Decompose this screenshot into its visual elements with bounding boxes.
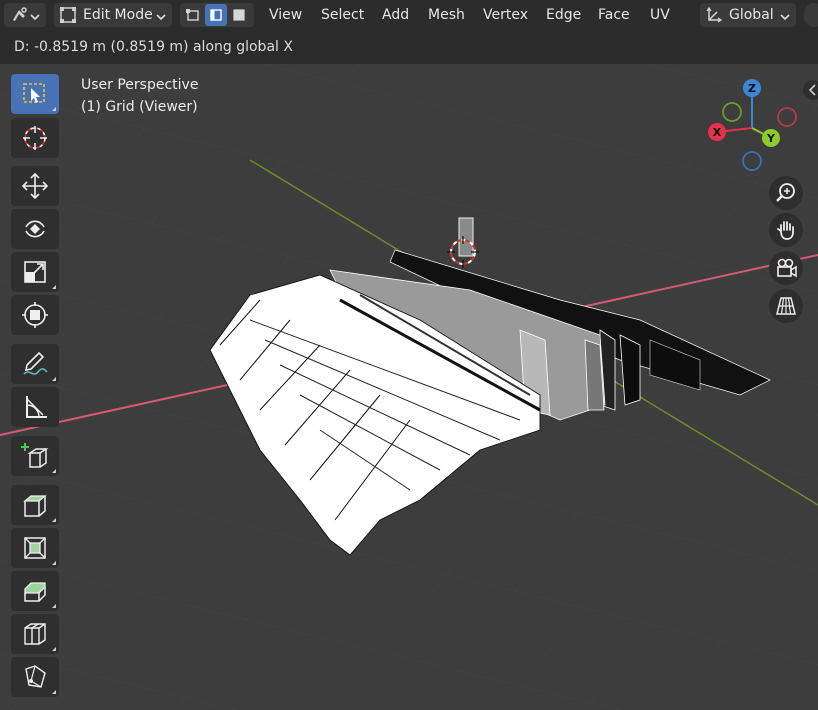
extrude-region-tool[interactable] bbox=[11, 485, 59, 525]
pan-button[interactable] bbox=[769, 213, 803, 247]
menu-face[interactable]: Face bbox=[598, 5, 630, 25]
transform-status-text: D: -0.8519 m (0.8519 m) along global X bbox=[14, 39, 293, 55]
rotate-icon bbox=[25, 220, 45, 238]
gizmo-y-label: Y bbox=[766, 132, 776, 145]
operator-status-bar: D: -0.8519 m (0.8519 m) along global X bbox=[0, 30, 818, 64]
move-icon bbox=[21, 172, 49, 200]
vertex-select-icon bbox=[185, 9, 199, 21]
cursor-tool[interactable] bbox=[11, 118, 59, 158]
perspective-toggle-button[interactable] bbox=[769, 289, 803, 323]
orientation-axes-icon bbox=[705, 6, 723, 24]
menu-vertex[interactable]: Vertex bbox=[483, 5, 528, 25]
knife-tool[interactable] bbox=[11, 657, 59, 697]
add-cube-tool[interactable] bbox=[11, 436, 59, 476]
menu-edge[interactable]: Edge bbox=[546, 5, 581, 25]
bevel-tool[interactable] bbox=[11, 571, 59, 611]
extrude-region-icon bbox=[23, 495, 47, 517]
3d-viewport[interactable]: User Perspective (1) Grid (Viewer) bbox=[0, 64, 818, 710]
menu-view[interactable]: View bbox=[269, 5, 302, 25]
orientation-label: Global bbox=[729, 7, 774, 23]
navigation-gizmo[interactable]: Z X Y bbox=[700, 72, 810, 180]
select-mode-group bbox=[180, 3, 254, 27]
chevron-down-icon bbox=[30, 6, 40, 25]
mode-selector[interactable]: Edit Mode bbox=[54, 3, 172, 27]
edit-mode-icon bbox=[59, 6, 77, 24]
mesh-pillar bbox=[458, 217, 474, 257]
editor-type-icon bbox=[10, 6, 30, 24]
zoom-icon bbox=[776, 183, 795, 202]
zoom-button[interactable] bbox=[769, 176, 803, 210]
inset-faces-tool[interactable] bbox=[11, 528, 59, 568]
menu-mesh[interactable]: Mesh bbox=[428, 5, 465, 25]
camera-icon bbox=[777, 258, 797, 278]
inset-faces-icon bbox=[24, 537, 46, 559]
transform-tool[interactable] bbox=[11, 295, 59, 335]
mode-label: Edit Mode bbox=[83, 7, 153, 23]
viewport-scene bbox=[0, 64, 818, 710]
gizmo-neg-y bbox=[722, 102, 742, 122]
loop-cut-tool[interactable] bbox=[11, 614, 59, 654]
active-object-label: (1) Grid (Viewer) bbox=[81, 99, 198, 115]
tool-corner-indicator bbox=[52, 561, 56, 565]
select-box-tool[interactable] bbox=[11, 74, 59, 114]
snap-toggle-button[interactable] bbox=[804, 3, 818, 27]
gizmo-z-label: Z bbox=[748, 82, 756, 95]
measure-icon bbox=[26, 396, 47, 418]
tool-corner-indicator bbox=[52, 285, 56, 289]
chevron-left-icon bbox=[808, 84, 816, 96]
hand-icon bbox=[777, 221, 794, 240]
viewport-header: Edit Mode View Select Add Mesh Vertex Ed… bbox=[0, 0, 818, 30]
tool-corner-indicator bbox=[52, 469, 56, 473]
chevron-down-icon bbox=[156, 6, 166, 25]
rotate-tool[interactable] bbox=[11, 209, 59, 249]
tool-corner-indicator bbox=[52, 107, 56, 111]
edge-select-button[interactable] bbox=[205, 4, 227, 26]
scale-tool[interactable] bbox=[11, 252, 59, 292]
tool-corner-indicator bbox=[52, 518, 56, 522]
grid-perspective-icon bbox=[776, 297, 796, 315]
edge-select-icon bbox=[210, 9, 222, 21]
gizmo-neg-z bbox=[742, 151, 762, 171]
menu-uv[interactable]: UV bbox=[650, 5, 670, 25]
annotate-icon bbox=[23, 351, 48, 375]
loop-cut-icon bbox=[24, 623, 46, 645]
cursor-icon bbox=[23, 126, 47, 150]
tool-corner-indicator bbox=[52, 647, 56, 651]
bevel-icon bbox=[24, 582, 46, 602]
vertex-select-button[interactable] bbox=[182, 4, 203, 26]
transform-icon bbox=[22, 302, 48, 328]
measure-tool[interactable] bbox=[11, 387, 59, 427]
move-tool[interactable] bbox=[11, 166, 59, 206]
chevron-down-icon bbox=[780, 6, 790, 25]
menu-select[interactable]: Select bbox=[321, 5, 364, 25]
transform-orientation-selector[interactable]: Global bbox=[700, 3, 796, 27]
add-cube-icon bbox=[21, 443, 49, 468]
tool-corner-indicator bbox=[52, 377, 56, 381]
menu-add[interactable]: Add bbox=[382, 5, 409, 25]
tool-corner-indicator bbox=[52, 690, 56, 694]
scale-icon bbox=[24, 261, 46, 283]
face-select-icon bbox=[233, 9, 245, 21]
view-perspective-label: User Perspective bbox=[81, 77, 199, 93]
annotate-tool[interactable] bbox=[11, 344, 59, 384]
viewport-overlay-text: User Perspective (1) Grid (Viewer) bbox=[81, 74, 198, 118]
camera-view-button[interactable] bbox=[769, 251, 803, 285]
face-select-button[interactable] bbox=[229, 4, 250, 26]
knife-icon bbox=[25, 665, 46, 688]
sidebar-toggle-button[interactable] bbox=[803, 80, 818, 100]
tool-corner-indicator bbox=[52, 604, 56, 608]
editor-type-selector[interactable] bbox=[4, 3, 46, 27]
select-box-icon bbox=[23, 83, 45, 103]
gizmo-neg-x bbox=[777, 107, 797, 127]
gizmo-x-label: X bbox=[713, 126, 722, 139]
